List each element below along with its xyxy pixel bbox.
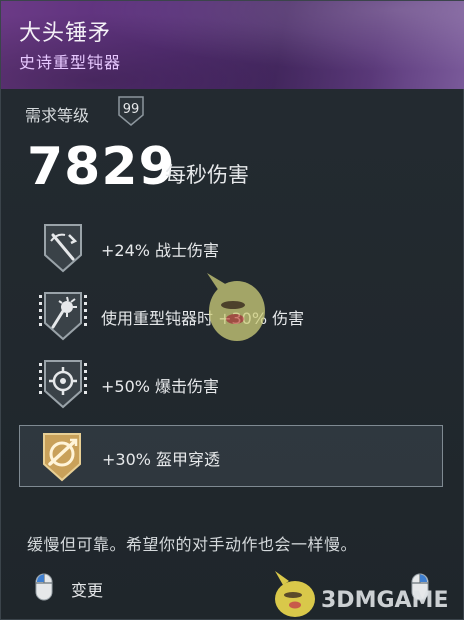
dps-label: 每秒伤害 [165, 163, 249, 187]
mouse-left-click-icon[interactable] [35, 573, 53, 601]
perk-label: +30% 盔甲穿透 [102, 450, 221, 469]
dps-value: 7829 [27, 137, 176, 197]
item-rarity-type: 史诗重型钝器 [19, 53, 122, 72]
mace-icon [39, 292, 87, 341]
required-level-label: 需求等级 [25, 106, 90, 125]
item-name: 大头锤矛 [19, 21, 112, 46]
perk-label: +50% 爆击伤害 [101, 377, 220, 396]
armor-pierce-icon [43, 433, 81, 482]
level-badge: 99 [116, 95, 146, 127]
watermark-text: 3DMGAME [321, 588, 449, 613]
sword-slash-icon [44, 224, 82, 273]
perk-row-highlighted[interactable]: +30% 盔甲穿透 [19, 425, 443, 487]
watermark-mascot-icon [207, 273, 265, 341]
perk-label: +24% 战士伤害 [101, 241, 220, 260]
item-header: 大头锤矛 史诗重型钝器 [1, 1, 464, 89]
required-level-value: 99 [122, 102, 140, 117]
perk-row: +50% 爆击伤害 [27, 353, 443, 415]
item-flavor-text: 缓慢但可靠。希望你的对手动作也会一样慢。 [27, 535, 358, 554]
crosshair-icon [39, 360, 87, 409]
change-action-label[interactable]: 变更 [71, 577, 103, 601]
watermark-logo-mascot-icon [275, 571, 315, 617]
item-tooltip-card: 大头锤矛 史诗重型钝器 需求等级 99 7829 每秒伤害 +24% 战士伤害 [0, 0, 464, 620]
